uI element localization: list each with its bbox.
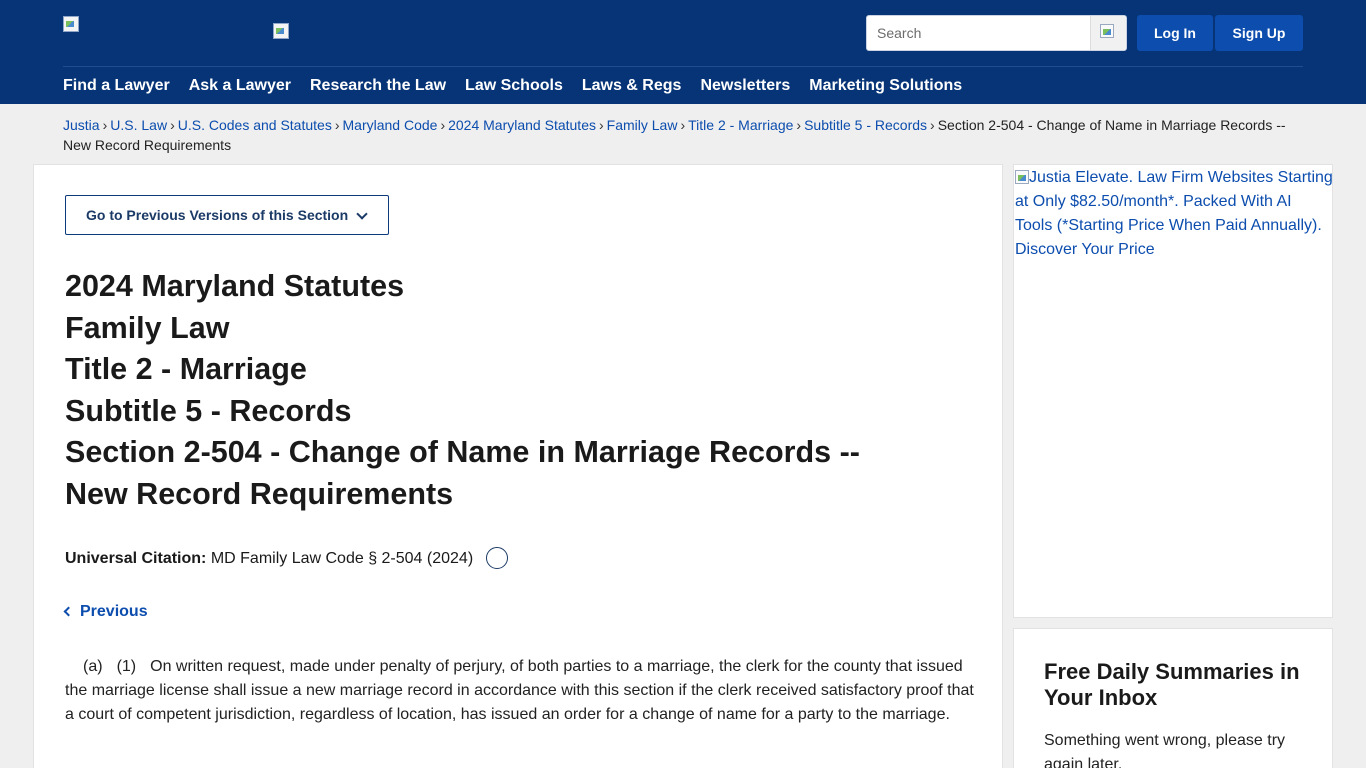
site-header: Log In Sign Up Find a Lawyer Ask a Lawye…	[0, 0, 1366, 104]
nav-ask-a-lawyer[interactable]: Ask a Lawyer	[189, 75, 291, 97]
nav-laws-regs[interactable]: Laws & Regs	[582, 75, 682, 97]
broken-image-icon	[1015, 170, 1029, 184]
para-marker-a: (a)	[83, 658, 103, 675]
search-box	[866, 15, 1127, 51]
nav-newsletters[interactable]: Newsletters	[700, 75, 790, 97]
chevron-down-icon	[356, 208, 368, 220]
page-title: 2024 Maryland Statutes Family Law Title …	[65, 266, 965, 515]
breadcrumb-link-title-2[interactable]: Title 2 - Marriage	[688, 117, 793, 133]
nav-marketing-solutions[interactable]: Marketing Solutions	[809, 75, 962, 97]
main-nav: Find a Lawyer Ask a Lawyer Research the …	[63, 75, 981, 97]
breadcrumb-separator: ›	[930, 117, 935, 133]
previous-label: Previous	[80, 603, 148, 620]
newsletter-signup: Free Daily Summaries in Your Inbox Somet…	[1013, 628, 1333, 768]
breadcrumb-link-2024-statutes[interactable]: 2024 Maryland Statutes	[448, 117, 596, 133]
ad-link[interactable]: Justia Elevate. Law Firm Websites Starti…	[1015, 166, 1333, 262]
previous-versions-label: Go to Previous Versions of this Section	[86, 207, 349, 223]
nav-research-the-law[interactable]: Research the Law	[310, 75, 446, 97]
citation-value: MD Family Law Code § 2-504 (2024)	[210, 550, 474, 568]
copy-citation-icon[interactable]	[485, 547, 508, 569]
breadcrumb-separator: ›	[680, 117, 686, 133]
previous-versions-dropdown[interactable]: Go to Previous Versions of this Section	[65, 195, 389, 235]
newsletter-error-message: Something went wrong, please try again l…	[1044, 732, 1286, 768]
breadcrumb-separator: ›	[334, 117, 340, 133]
signup-button[interactable]: Sign Up	[1215, 15, 1303, 51]
breadcrumb-separator: ›	[102, 117, 108, 133]
breadcrumb-separator: ›	[796, 117, 802, 133]
nav-law-schools[interactable]: Law Schools	[465, 75, 563, 97]
para-marker-1: (1)	[116, 658, 137, 675]
main-content: Go to Previous Versions of this Section …	[33, 164, 1003, 768]
breadcrumb: Justia › U.S. Law › U.S. Codes and Statutes ›…	[63, 115, 1313, 155]
search-button[interactable]	[1090, 16, 1126, 50]
nav-find-a-lawyer[interactable]: Find a Lawyer	[63, 75, 170, 97]
title-line: 2024 Maryland Statutes	[65, 269, 405, 303]
search-input[interactable]	[867, 16, 1091, 50]
chevron-left-icon	[63, 606, 74, 617]
statute-paragraph: (a) (1) On written request, made under pen…	[65, 655, 975, 727]
breadcrumb-separator: ›	[440, 117, 446, 133]
ad-alt-text: Justia Elevate. Law Firm Websites Starti…	[1015, 169, 1333, 258]
title-line: New Record Requirements	[65, 476, 454, 511]
search-icon	[1100, 24, 1114, 38]
citation-label: Universal Citation:	[65, 550, 207, 568]
login-button[interactable]: Log In	[1137, 15, 1213, 51]
title-line: Title 2 - Marriage	[65, 352, 307, 386]
breadcrumb-link-maryland-code[interactable]: Maryland Code	[343, 117, 438, 133]
justia-logo-icon[interactable]	[63, 16, 79, 32]
breadcrumb-link-us-law[interactable]: U.S. Law	[110, 117, 167, 133]
universal-citation: Universal Citation: MD Family Law Code §…	[65, 547, 508, 570]
previous-section-link[interactable]: Previous	[63, 602, 148, 622]
sidebar-ad[interactable]: Justia Elevate. Law Firm Websites Starti…	[1013, 164, 1333, 618]
breadcrumb-separator: ›	[170, 117, 175, 133]
breadcrumb-link-subtitle-5[interactable]: Subtitle 5 - Records	[804, 117, 927, 133]
header-divider	[63, 66, 1303, 67]
title-line: Family Law	[65, 310, 230, 345]
statute-text: On written request, made under penalty o…	[65, 658, 974, 723]
title-line: Section 2-504 - Change of Name in Marria…	[65, 435, 860, 469]
secondary-logo-icon	[273, 23, 289, 39]
breadcrumb-link-justia[interactable]: Justia	[63, 117, 100, 133]
title-line: Subtitle 5 - Records	[65, 393, 352, 428]
breadcrumb-separator: ›	[598, 117, 604, 133]
breadcrumb-link-family-law[interactable]: Family Law	[607, 117, 678, 133]
breadcrumb-link-us-codes[interactable]: U.S. Codes and Statutes	[178, 117, 332, 133]
newsletter-title: Free Daily Summaries in Your Inbox	[1044, 659, 1300, 710]
